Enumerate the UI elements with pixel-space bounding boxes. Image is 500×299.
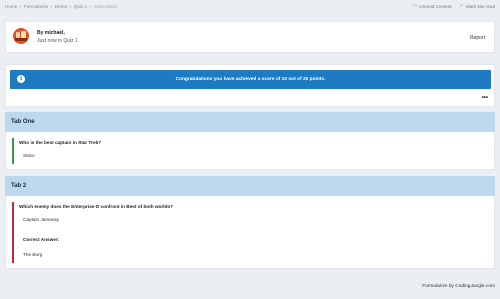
correct-answer-label: Correct Answer: [23,237,60,242]
mark-site-read-label: Mark site read [465,3,495,9]
breadcrumb-item-quiz[interactable]: Quiz 1 [74,4,87,9]
author-meta: Just now in Quiz 1 [37,38,78,44]
breadcrumb-separator: > [89,3,92,9]
tab-one-title: Tab One [11,119,35,125]
author-name[interactable]: By michael, [37,30,65,36]
report-button[interactable]: Report [470,35,485,41]
question-text: Who is the best captain in Star Trek? [19,140,102,145]
result-panel: i Congratulations you have achieved a sc… [5,64,495,107]
tab-one-header: Tab One [5,112,495,132]
more-options-icon[interactable]: ••• [482,95,488,101]
top-bar: Home > Formularize > Demo > Quiz 1 > Sub… [0,0,500,12]
breadcrumb-item-demo[interactable]: Demo [55,4,67,9]
breadcrumb-separator: > [69,3,72,9]
avatar-base [15,38,27,41]
score-alert: i Congratulations you have achieved a sc… [10,70,491,89]
tab-two-body: Which enemy does the Enterprise-D confro… [5,196,495,269]
answer-text: Sisko [23,153,35,158]
breadcrumb-item-home[interactable]: Home [5,4,17,9]
author-panel: By michael, Just now in Quiz 1 Report [5,21,495,53]
inbox-icon: ▭ [412,3,418,9]
info-icon: i [17,75,25,83]
tab-two-header: Tab 2 [5,176,495,196]
top-links: ▭ Unread Content ✓ Mark site read [413,3,495,9]
breadcrumb-current: Submission [93,3,118,9]
incorrect-indicator-bar [12,202,14,263]
avatar[interactable] [13,28,29,44]
mark-site-read-link[interactable]: ✓ Mark site read [460,3,495,9]
correct-answer-text: The Borg [23,252,43,257]
correct-indicator-bar [12,138,14,164]
breadcrumb-item-formularize[interactable]: Formularize [24,4,48,9]
unread-content-link[interactable]: ▭ Unread Content [413,3,452,9]
breadcrumb-separator: > [19,3,22,9]
breadcrumb-separator: > [50,3,53,9]
score-message: Congratulations you have achieved a scor… [175,77,326,82]
tab-one-body: Who is the best captain in Star Trek? Si… [5,132,495,170]
unread-content-label: Unread Content [419,3,452,9]
answer-text: Captain Janeway [23,217,59,222]
question-text: Which enemy does the Enterprise-D confro… [19,204,173,209]
tab-two-title: Tab 2 [11,183,27,189]
footer-credit[interactable]: Formularize by CodingJungle.com [422,284,495,289]
breadcrumb: Home > Formularize > Demo > Quiz 1 > Sub… [5,4,118,9]
check-icon: ✓ [459,3,464,9]
